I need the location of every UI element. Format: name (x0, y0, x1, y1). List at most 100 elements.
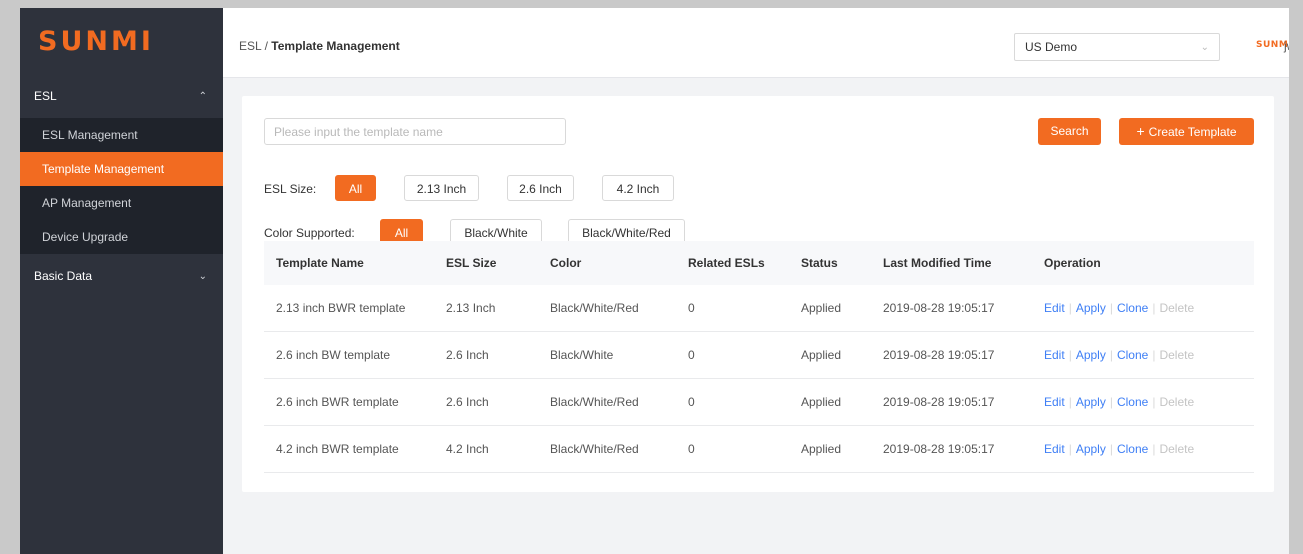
cell-last-modified: 2019-08-28 19:05:17 (883, 301, 995, 315)
table-row: 2.13 inch BWR template 2.13 Inch Black/W… (264, 285, 1254, 332)
cell-related-esls: 0 (688, 348, 695, 362)
op-divider: | (1109, 442, 1113, 456)
cell-status: Applied (801, 348, 842, 362)
edit-link[interactable]: Edit (1044, 395, 1065, 409)
size-filter-2-13-inch[interactable]: 2.13 Inch (404, 175, 479, 201)
color-supported-label: Color Supported: (264, 226, 355, 240)
cell-template-name: 2.6 inch BWR template (276, 395, 399, 409)
apply-link[interactable]: Apply (1076, 395, 1106, 409)
cell-color: Black/White/Red (550, 442, 639, 456)
cell-template-name: 4.2 inch BWR template (276, 442, 399, 456)
edit-link[interactable]: Edit (1044, 301, 1065, 315)
store-select[interactable]: US Demo ⌄ (1014, 33, 1220, 61)
cell-related-esls: 0 (688, 442, 695, 456)
template-table: Template Name ESL Size Color Related ESL… (264, 241, 1254, 473)
search-button-label: Search (1050, 124, 1089, 138)
create-template-button[interactable]: + Create Template (1119, 118, 1254, 145)
sidebar: SUNMI ESL ⌃ ESL Management Template Mana… (20, 8, 223, 554)
table-row: 4.2 inch BWR template 4.2 Inch Black/Whi… (264, 426, 1254, 473)
delete-link: Delete (1159, 442, 1195, 456)
cell-esl-size: 4.2 Inch (446, 442, 489, 456)
cell-esl-size: 2.13 Inch (446, 301, 496, 315)
edit-link[interactable]: Edit (1044, 348, 1065, 362)
cell-last-modified: 2019-08-28 19:05:17 (883, 442, 995, 456)
column-header-template-name: Template Name (276, 256, 364, 270)
cell-color: Black/White/Red (550, 395, 639, 409)
template-panel: Search +Create Template ESL Size: All 2.… (242, 96, 1274, 492)
cell-template-name: 2.6 inch BW template (276, 348, 391, 362)
op-divider: | (1152, 348, 1156, 362)
sidebar-submenu-esl: ESL Management Template Management AP Ma… (20, 118, 223, 254)
edit-link[interactable]: Edit (1044, 442, 1065, 456)
delete-link: Delete (1159, 395, 1195, 409)
chevron-up-icon: ⌃ (198, 90, 207, 102)
column-header-related-esls: Related ESLs (688, 256, 765, 270)
clone-link[interactable]: Clone (1117, 442, 1148, 456)
apply-link[interactable]: Apply (1076, 301, 1106, 315)
table-row: 2.6 inch BWR template 2.6 Inch Black/Whi… (264, 379, 1254, 426)
column-header-esl-size: ESL Size (446, 256, 497, 270)
clone-link[interactable]: Clone (1117, 395, 1148, 409)
op-divider: | (1068, 348, 1072, 362)
column-header-status: Status (801, 256, 838, 270)
column-header-last-modified: Last Modified Time (883, 256, 992, 270)
cell-last-modified: 2019-08-28 19:05:17 (883, 348, 995, 362)
search-button[interactable]: Search (1038, 118, 1101, 145)
chevron-down-icon: ⌄ (1200, 41, 1209, 53)
cell-last-modified: 2019-08-28 19:05:17 (883, 395, 995, 409)
cell-status: Applied (801, 442, 842, 456)
apply-link[interactable]: Apply (1076, 348, 1106, 362)
cell-related-esls: 0 (688, 395, 695, 409)
sidebar-group-esl[interactable]: ESL ⌃ (20, 74, 223, 118)
clone-link[interactable]: Clone (1117, 348, 1148, 362)
sidebar-item-ap-management[interactable]: AP Management (20, 186, 223, 220)
sunmi-logo: SUNMI (20, 8, 223, 74)
cell-template-name: 2.13 inch BWR template (276, 301, 406, 315)
plus-icon: + (1136, 123, 1145, 139)
template-name-search-input[interactable] (264, 118, 566, 145)
breadcrumb-current: Template Management (271, 39, 400, 53)
sidebar-group-basic-data[interactable]: Basic Data ⌄ (20, 254, 223, 298)
table-header: Template Name ESL Size Color Related ESL… (264, 241, 1254, 285)
sidebar-item-esl-management[interactable]: ESL Management (20, 118, 223, 152)
op-divider: | (1068, 442, 1072, 456)
op-divider: | (1068, 301, 1072, 315)
cell-status: Applied (801, 301, 842, 315)
size-filter-4-2-inch[interactable]: 4.2 Inch (602, 175, 674, 201)
cell-esl-size: 2.6 Inch (446, 348, 489, 362)
create-template-label: Create Template (1148, 125, 1237, 139)
clone-link[interactable]: Clone (1117, 301, 1148, 315)
sidebar-group-label: ESL (34, 89, 57, 103)
chevron-down-icon: ⌄ (198, 270, 207, 282)
sidebar-item-template-management[interactable]: Template Management (20, 152, 223, 186)
op-divider: | (1109, 301, 1113, 315)
cell-operations: Edit | Apply | Clone | Delete (1032, 442, 1254, 456)
store-select-value: US Demo (1025, 40, 1078, 54)
sidebar-group-label: Basic Data (34, 269, 93, 283)
size-filter-all[interactable]: All (335, 175, 376, 201)
app-window: SUNMI ESL ⌃ ESL Management Template Mana… (20, 8, 1289, 554)
cell-related-esls: 0 (688, 301, 695, 315)
op-divider: | (1152, 395, 1156, 409)
table-row: 2.6 inch BW template 2.6 Inch Black/Whit… (264, 332, 1254, 379)
op-divider: | (1109, 348, 1113, 362)
cell-operations: Edit | Apply | Clone | Delete (1032, 301, 1254, 315)
logo-text: SUNMI (38, 25, 154, 57)
apply-link[interactable]: Apply (1076, 442, 1106, 456)
size-filter-2-6-inch[interactable]: 2.6 Inch (507, 175, 574, 201)
sidebar-item-device-upgrade[interactable]: Device Upgrade (20, 220, 223, 254)
delete-link: Delete (1159, 301, 1195, 315)
breadcrumb-separator: / (264, 39, 268, 53)
op-divider: | (1152, 442, 1156, 456)
cell-operations: Edit | Apply | Clone | Delete (1032, 395, 1254, 409)
cell-operations: Edit | Apply | Clone | Delete (1032, 348, 1254, 362)
op-divider: | (1109, 395, 1113, 409)
cell-color: Black/White (550, 348, 614, 362)
breadcrumb-parent[interactable]: ESL (239, 39, 261, 53)
op-divider: | (1152, 301, 1156, 315)
delete-link: Delete (1159, 348, 1195, 362)
op-divider: | (1068, 395, 1072, 409)
column-header-color: Color (550, 256, 582, 270)
cell-status: Applied (801, 395, 842, 409)
user-name[interactable]: jwc (1284, 39, 1289, 53)
